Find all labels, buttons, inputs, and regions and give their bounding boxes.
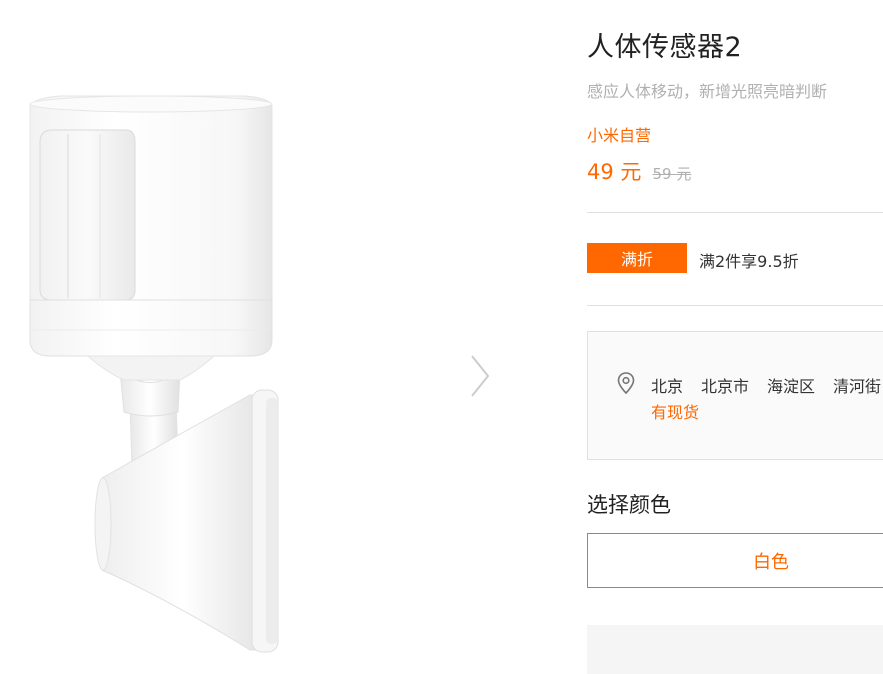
address-city: 北京市 <box>701 377 750 396</box>
product-subtitle: 感应人体移动，新增光照亮暗判断 <box>587 82 828 101</box>
original-price: 59 元 <box>652 165 692 183</box>
address-province: 北京 <box>651 377 684 396</box>
chevron-right-icon[interactable] <box>462 348 498 404</box>
product-page: 人体传感器2 感应人体移动，新增光照亮暗判断 小米自营 49 元 59 元 满折… <box>0 0 883 674</box>
map-pin-icon <box>617 372 635 394</box>
color-section-title: 选择颜色 <box>587 493 671 517</box>
promotion-badge: 满折 <box>587 243 687 273</box>
product-gallery <box>0 0 520 674</box>
current-price: 49 元 <box>587 160 642 184</box>
seller-label: 小米自营 <box>587 126 652 145</box>
motion-sensor-product-image <box>29 95 279 653</box>
address-street: 清河街 <box>833 377 882 396</box>
delivery-address: 北京 北京市 海淀区 清河街 <box>651 373 883 397</box>
promotion-badge-label: 满折 <box>620 250 653 269</box>
selected-summary-box <box>587 625 883 674</box>
color-option-white[interactable]: 白色 <box>587 533 883 588</box>
color-option-label: 白色 <box>753 552 789 573</box>
product-info-panel: 人体传感器2 感应人体移动，新增光照亮暗判断 小米自营 49 元 59 元 满折… <box>587 0 883 674</box>
address-district: 海淀区 <box>767 377 816 396</box>
divider <box>587 212 883 213</box>
stock-status: 有现货 <box>651 403 700 422</box>
product-title: 人体传感器2 <box>587 32 743 63</box>
price-row: 49 元 59 元 <box>587 156 691 186</box>
divider <box>587 305 883 306</box>
promotion-text: 满2件享9.5折 <box>699 252 799 271</box>
delivery-address-box[interactable]: 北京 北京市 海淀区 清河街 有现货 <box>587 331 883 460</box>
